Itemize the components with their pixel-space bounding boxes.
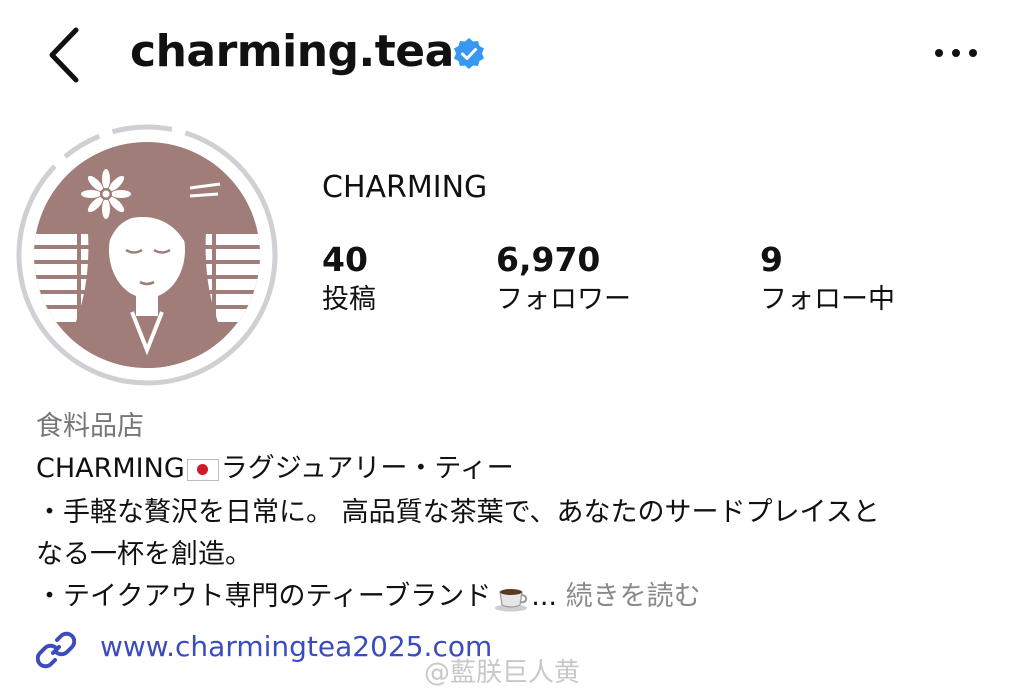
stat-following[interactable]: 9 フォロー中 — [760, 240, 895, 320]
profile-category: 食料品店 — [36, 411, 144, 442]
stat-following-label: フォロー中 — [760, 284, 895, 315]
chevron-left-icon[interactable] — [38, 24, 92, 86]
watermark: @藍朕巨人黄 — [424, 658, 581, 688]
stat-posts[interactable]: 40 投稿 — [322, 240, 376, 320]
profile-avatar[interactable] — [14, 122, 280, 388]
bio-line-1: CHARMING ラグジュアリー・ティー — [36, 446, 514, 485]
stat-followers[interactable]: 6,970 フォロワー — [496, 240, 631, 320]
stat-posts-count: 40 — [322, 240, 368, 279]
stat-posts-label: 投稿 — [322, 284, 376, 315]
read-more-link[interactable]: 続きを読む — [566, 581, 701, 612]
display-name: CHARMING — [322, 170, 488, 205]
bio-line-4: ・テイクアウト専門のティーブランド ... 続きを読む — [36, 574, 701, 613]
more-options-icon[interactable] — [930, 38, 982, 68]
bio-brand-name: CHARMING — [36, 453, 185, 484]
stat-following-count: 9 — [760, 240, 783, 279]
chrysanthemum-icon — [81, 169, 131, 219]
japan-flag-icon — [186, 458, 219, 481]
link-icon — [36, 631, 76, 669]
stat-followers-count: 6,970 — [496, 240, 601, 279]
bio-line-3: なる一杯を創造。 — [36, 539, 252, 570]
coffee-cup-icon — [495, 588, 528, 611]
bio-line-2: ・手軽な贅沢を日常に。 高品質な茶葉で、あなたのサードプレイスと — [36, 497, 880, 528]
profile-header: charming.tea — [0, 0, 1034, 110]
verified-badge-icon — [454, 38, 484, 69]
profile-username: charming.tea — [130, 26, 454, 77]
brand-logo — [16, 124, 278, 386]
stat-followers-label: フォロワー — [496, 284, 631, 315]
bio-tagline: ラグジュアリー・ティー — [220, 453, 514, 484]
bio-line-4-text: ・テイクアウト専門のティーブランド — [36, 581, 492, 612]
bio-ellipsis: ... — [531, 581, 557, 612]
